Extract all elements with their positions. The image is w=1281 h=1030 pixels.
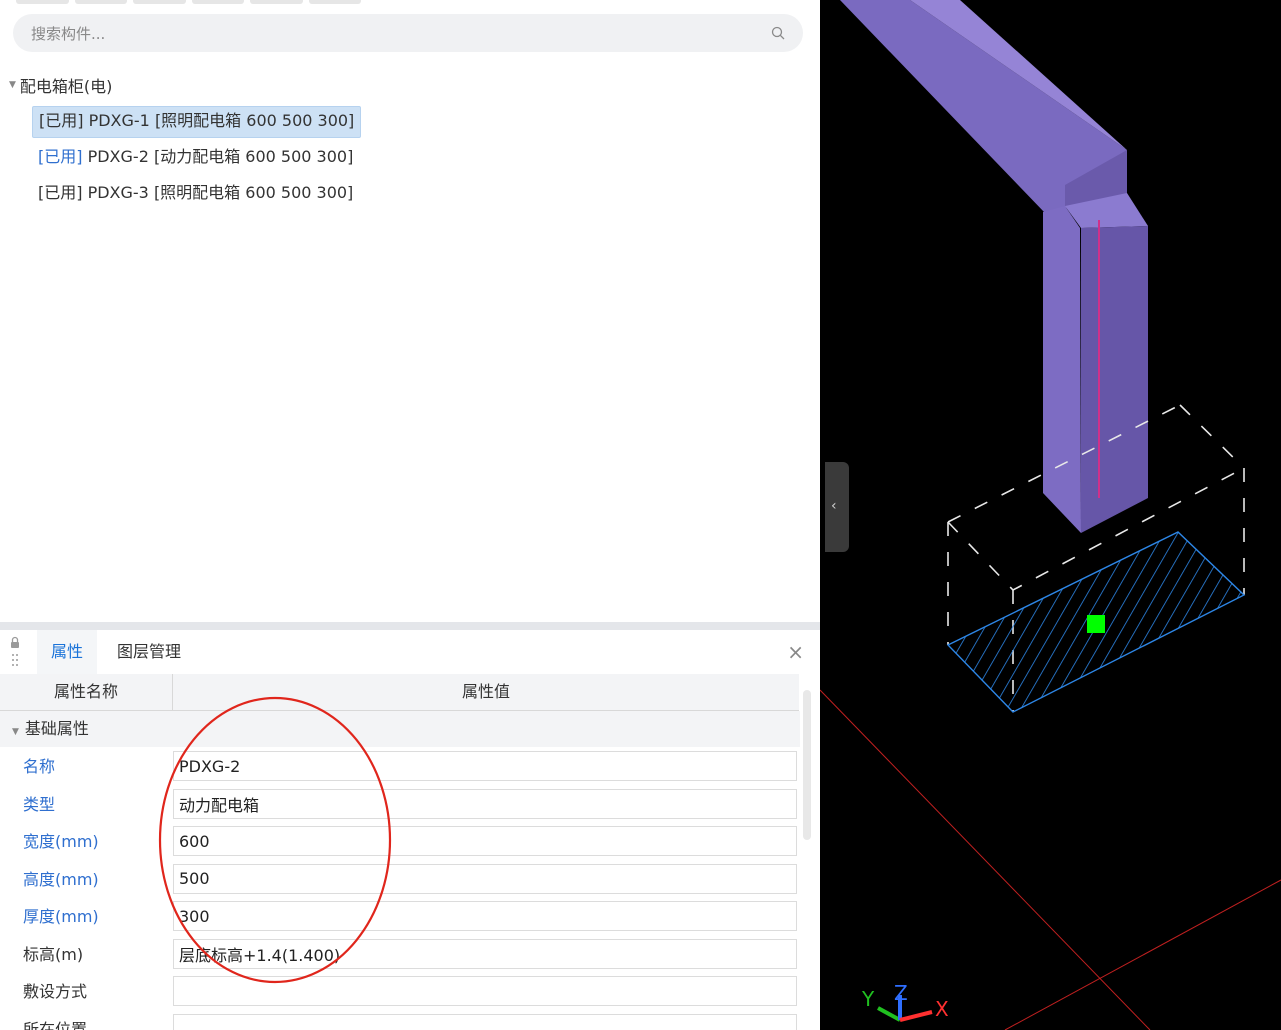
component-panel: ▼ 配电箱柜(电) [已用] PDXG-1 [照明配电箱 600 500 300…	[0, 0, 820, 1030]
property-row: 高度(mm)	[0, 861, 800, 899]
property-value-input[interactable]	[173, 826, 797, 856]
tree-root-node[interactable]: ▼ 配电箱柜(电)	[9, 73, 112, 97]
toolbar-button[interactable]	[308, 0, 361, 4]
collapse-panel-handle[interactable]: ‹	[825, 462, 849, 552]
panel-splitter[interactable]	[0, 622, 820, 630]
tree-item[interactable]: [已用] PDXG-2 [动力配电箱 600 500 300]	[32, 142, 359, 172]
duct-vertical[interactable]	[1043, 193, 1148, 533]
toolbar-button[interactable]	[16, 0, 69, 4]
property-name: 所在位置	[23, 1019, 88, 1030]
3d-viewport[interactable]: Y Z X	[820, 0, 1281, 1030]
tree-item[interactable]: [已用] PDXG-1 [照明配电箱 600 500 300]	[32, 106, 362, 138]
axis-label-y: Y	[861, 987, 875, 1011]
toolbar-button[interactable]	[191, 0, 244, 4]
toolbar-buttons[interactable]	[16, 0, 361, 4]
search-box	[13, 14, 803, 52]
axis-label-z: Z	[894, 981, 908, 1005]
property-group-basic[interactable]: ▼ 基础属性	[0, 711, 800, 747]
property-value-input[interactable]	[173, 751, 797, 781]
property-grid-scrollbar[interactable]	[803, 690, 811, 840]
tree-item-label: PDXG-2 [动力配电箱 600 500 300]	[82, 147, 354, 166]
column-header-value: 属性值	[173, 674, 799, 711]
caret-down-icon[interactable]: ▼	[12, 727, 19, 737]
close-icon[interactable]: ×	[787, 640, 804, 664]
property-name: 标高(m)	[23, 944, 84, 964]
duct-horizontal[interactable]	[840, 0, 1127, 213]
property-value-input[interactable]	[173, 901, 797, 931]
properties-panel-header: 属性 图层管理 ×	[0, 630, 820, 674]
tree-item-label: [已用] PDXG-3 [照明配电箱 600 500 300]	[38, 183, 354, 202]
property-value-input[interactable]	[173, 938, 797, 969]
group-label: 基础属性	[24, 719, 89, 738]
property-row: 名称	[0, 748, 800, 786]
column-header-name: 属性名称	[0, 674, 173, 711]
search-input[interactable]	[29, 22, 733, 46]
caret-down-icon[interactable]: ▼	[9, 80, 16, 90]
tab-properties[interactable]: 属性	[37, 630, 98, 674]
grid-line	[820, 689, 1151, 1030]
axis-label-x: X	[935, 997, 949, 1021]
property-value-input[interactable]	[173, 976, 797, 1006]
lock-icon[interactable]	[9, 636, 21, 672]
property-row: 宽度(mm)	[0, 823, 800, 861]
axis-gizmo: Y Z X	[861, 981, 949, 1022]
tree-root-label: 配电箱柜(电)	[19, 77, 113, 96]
property-name: 宽度(mm)	[23, 832, 99, 851]
property-value-input[interactable]	[173, 788, 797, 819]
property-name: 高度(mm)	[23, 869, 99, 889]
property-row: 敷设方式	[0, 973, 800, 1011]
toolbar-button[interactable]	[250, 0, 303, 4]
property-row: 所在位置	[0, 1011, 800, 1030]
property-name: 类型	[23, 794, 56, 814]
tree-item[interactable]: [已用] PDXG-3 [照明配电箱 600 500 300]	[32, 178, 359, 208]
property-value-input[interactable]	[173, 863, 797, 894]
toolbar-button[interactable]	[74, 0, 127, 4]
grid-line	[1004, 879, 1281, 1030]
tab-layer-management[interactable]: 图层管理	[103, 630, 195, 674]
tree-item-label: [已用] PDXG-1 [照明配电箱 600 500 300]	[39, 111, 355, 130]
property-name: 厚度(mm)	[23, 907, 99, 926]
property-row: 标高(m)	[0, 936, 800, 974]
property-name: 名称	[23, 757, 56, 776]
chevron-left-icon[interactable]: ‹	[831, 498, 837, 514]
property-value-input[interactable]	[173, 1013, 797, 1030]
property-row: 类型	[0, 786, 800, 824]
property-name: 敷设方式	[23, 982, 88, 1001]
toolbar-button[interactable]	[133, 0, 186, 4]
insertion-point-marker[interactable]	[1087, 615, 1105, 633]
property-row: 厚度(mm)	[0, 898, 800, 936]
property-grid: 属性名称 属性值 ▼ 基础属性 名称 类型 宽度(mm) 高度(mm) 厚度(mm…	[0, 674, 820, 1030]
tree-item-tag: [已用]	[38, 147, 83, 166]
search-icon[interactable]	[771, 26, 785, 40]
